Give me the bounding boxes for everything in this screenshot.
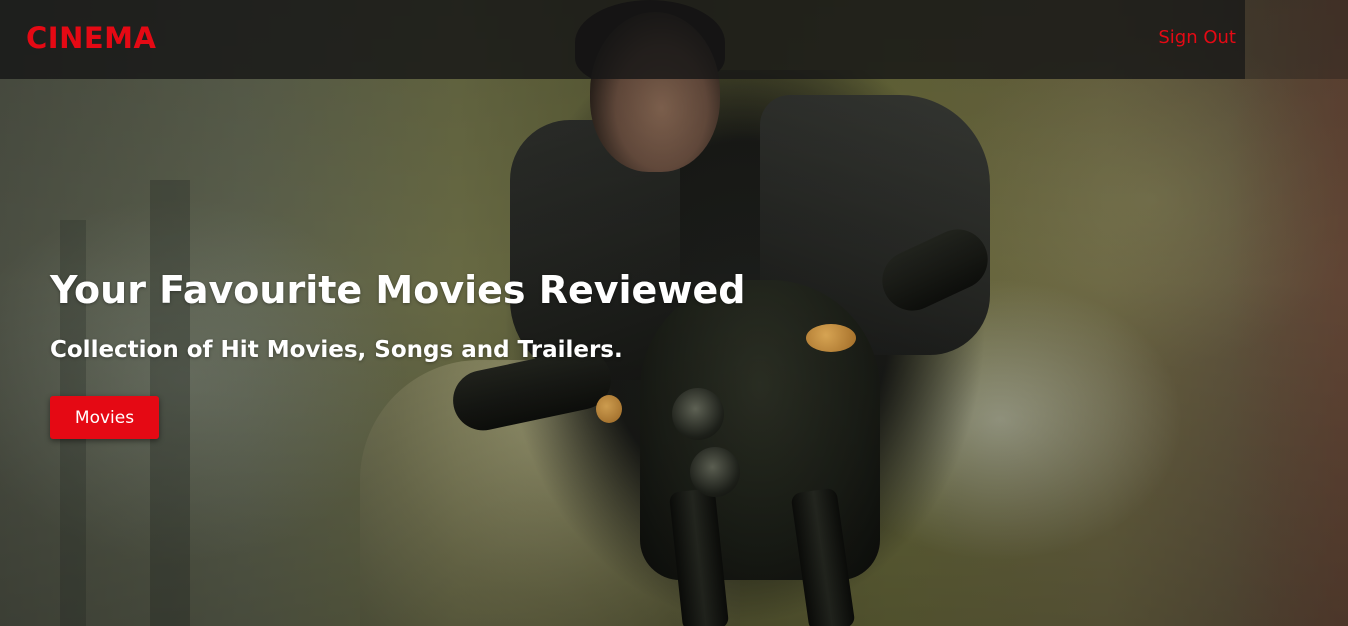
- hero-subheadline: Collection of Hit Movies, Songs and Trai…: [50, 337, 623, 363]
- movies-button[interactable]: Movies: [50, 396, 159, 439]
- site-logo[interactable]: CINEMA: [26, 20, 156, 56]
- hero-section: CINEMA Sign Out Your Favourite Movies Re…: [0, 0, 1348, 626]
- hero-headline: Your Favourite Movies Reviewed: [50, 268, 746, 312]
- navbar: CINEMA: [0, 0, 1245, 79]
- sign-out-link[interactable]: Sign Out: [1158, 26, 1236, 50]
